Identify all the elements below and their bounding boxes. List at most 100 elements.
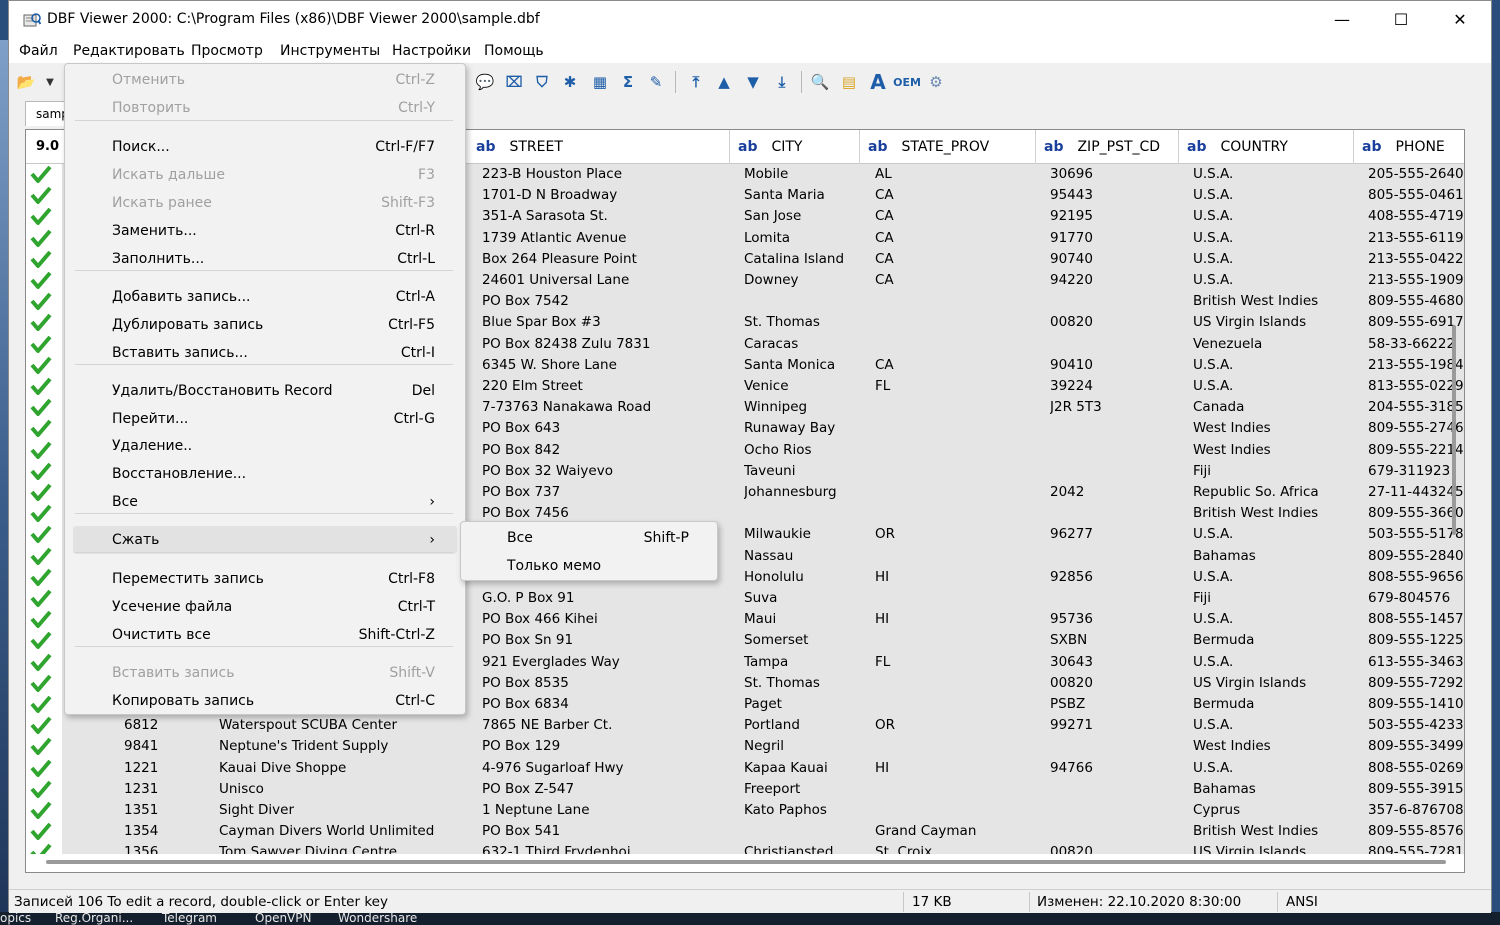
cell-city[interactable]: Caracas [744, 334, 856, 355]
edit-menu-item[interactable]: Переместить запись Ctrl-F8 [73, 565, 457, 593]
edit-menu-item[interactable]: Отменить Ctrl-Z [73, 66, 457, 94]
sum-icon[interactable]: Σ [617, 71, 639, 93]
cell-zip[interactable]: 94766 [1050, 758, 1176, 779]
cell-phone[interactable]: 809-555-8576 [1368, 821, 1464, 842]
cell-id[interactable]: 1351 [124, 800, 214, 821]
cell-zip[interactable]: 90740 [1050, 249, 1176, 270]
compress-submenu-item[interactable]: Все Shift-P [465, 524, 715, 552]
cell-street[interactable]: 921 Everglades Way [482, 652, 727, 673]
cell-zip[interactable]: 2042 [1050, 482, 1176, 503]
cell-country[interactable]: U.S.A. [1193, 185, 1351, 206]
cell-country[interactable]: U.S.A. [1193, 270, 1351, 291]
cell-street[interactable]: PO Box Sn 91 [482, 630, 727, 651]
cell-phone[interactable]: 213-555-0422 [1368, 249, 1464, 270]
cell-street[interactable]: 24601 Universal Lane [482, 270, 727, 291]
cell-phone[interactable]: 679-311923 [1368, 461, 1464, 482]
speech-bubble-icon[interactable]: 💬 [474, 71, 496, 93]
cell-state[interactable]: CA [875, 249, 1033, 270]
cell-street[interactable]: 6345 W. Shore Lane [482, 355, 727, 376]
cell-phone[interactable]: 204-555-3185 [1368, 397, 1464, 418]
vertical-scrollbar[interactable] [1452, 325, 1456, 535]
cell-city[interactable]: Santa Maria [744, 185, 856, 206]
cell-name[interactable]: Cayman Divers World Unlimited [219, 821, 464, 842]
cell-name[interactable]: Tom Sawyer Diving Centre [219, 842, 464, 854]
cell-country[interactable]: U.S.A. [1193, 758, 1351, 779]
cell-street[interactable]: PO Box 466 Kihei [482, 609, 727, 630]
cell-city[interactable]: Runaway Bay [744, 418, 856, 439]
close-button[interactable]: ✕ [1431, 1, 1489, 39]
edit-menu-item[interactable]: Дублировать запись Ctrl-F5 [73, 311, 457, 339]
font-icon[interactable]: A [867, 70, 889, 94]
cell-street[interactable]: 632-1 Third Frydenhoj [482, 842, 727, 854]
cell-city[interactable]: Taveuni [744, 461, 856, 482]
cell-state[interactable]: HI [875, 609, 1033, 630]
cell-street[interactable]: PO Box 541 [482, 821, 727, 842]
cell-zip[interactable]: 90410 [1050, 355, 1176, 376]
cell-phone[interactable]: 213-555-1909 [1368, 270, 1464, 291]
table-row[interactable]: 1351 Sight Diver 1 Neptune Lane Kato Paphos… [26, 800, 1464, 821]
cell-zip[interactable]: 94220 [1050, 270, 1176, 291]
edit-menu-item[interactable]: Копировать запись Ctrl-C [73, 687, 457, 715]
cell-city[interactable]: Suva [744, 588, 856, 609]
cell-street[interactable]: Box 264 Pleasure Point [482, 249, 727, 270]
cell-street[interactable]: PO Box 32 Waiyevo [482, 461, 727, 482]
cell-state[interactable]: CA [875, 206, 1033, 227]
cell-city[interactable]: Somerset [744, 630, 856, 651]
cell-state[interactable]: Grand Cayman [875, 821, 1033, 842]
cell-zip[interactable]: PSBZ [1050, 694, 1176, 715]
cell-street[interactable]: PO Box 129 [482, 736, 727, 757]
edit-menu-item[interactable]: Вставить запись Shift-V [73, 659, 457, 687]
cell-street[interactable]: Blue Spar Box #3 [482, 312, 727, 333]
cell-city[interactable]: Christiansted [744, 842, 856, 854]
cell-street[interactable]: PO Box 6834 [482, 694, 727, 715]
cell-zip[interactable]: 92195 [1050, 206, 1176, 227]
cell-street[interactable]: 1 Neptune Lane [482, 800, 727, 821]
cell-state[interactable]: OR [875, 715, 1033, 736]
cell-city[interactable]: St. Thomas [744, 673, 856, 694]
cell-country[interactable]: Fiji [1193, 461, 1351, 482]
edit-menu-item[interactable]: Вставить запись... Ctrl-I [73, 339, 457, 367]
cell-phone[interactable]: 809-555-3499 [1368, 736, 1464, 757]
horizontal-scrollbar[interactable] [46, 860, 1446, 864]
column-header-city[interactable]: ab CITY [730, 130, 860, 164]
cell-street[interactable]: 223-B Houston Place [482, 164, 727, 185]
delete-field-icon[interactable]: ⌧ [503, 71, 525, 93]
table-row[interactable]: 6812 Waterspout SCUBA Center 7865 NE Barbe… [26, 715, 1464, 736]
cell-state[interactable]: HI [875, 567, 1033, 588]
cell-zip[interactable]: 95443 [1050, 185, 1176, 206]
cell-country[interactable]: Bahamas [1193, 546, 1351, 567]
maximize-button[interactable]: ☐ [1372, 1, 1430, 39]
cell-city[interactable]: Downey [744, 270, 856, 291]
cell-phone[interactable]: 809-555-3915 [1368, 779, 1464, 800]
cell-city[interactable]: Negril [744, 736, 856, 757]
cell-name[interactable]: Unisco [219, 779, 464, 800]
cell-id[interactable]: 1354 [124, 821, 214, 842]
cell-phone[interactable]: 808-555-9656 [1368, 567, 1464, 588]
pin-icon[interactable]: ✱ [559, 71, 581, 93]
edit-menu-item[interactable]: Сжать › [73, 526, 457, 554]
cell-country[interactable]: U.S.A. [1193, 206, 1351, 227]
cell-country[interactable]: West Indies [1193, 418, 1351, 439]
cell-country[interactable]: Venezuela [1193, 334, 1351, 355]
cell-city[interactable]: Venice [744, 376, 856, 397]
cell-phone[interactable]: 809-555-7281 [1368, 842, 1464, 854]
cell-phone[interactable]: 809-555-4680 [1368, 291, 1464, 312]
cell-street[interactable]: G.O. P Box 91 [482, 588, 727, 609]
menu-help[interactable]: Помощь [484, 43, 544, 59]
cell-zip[interactable]: 30643 [1050, 652, 1176, 673]
last-record-icon[interactable]: ⤓ [771, 71, 793, 93]
cell-country[interactable]: Bahamas [1193, 779, 1351, 800]
cell-city[interactable]: Winnipeg [744, 397, 856, 418]
cell-zip[interactable]: 91770 [1050, 228, 1176, 249]
menu-file[interactable]: Файл [19, 43, 58, 59]
cell-city[interactable]: Mobile [744, 164, 856, 185]
cell-country[interactable]: Bermuda [1193, 630, 1351, 651]
column-header-country[interactable]: ab COUNTRY [1179, 130, 1354, 164]
cell-zip[interactable]: SXBN [1050, 630, 1176, 651]
notes-icon[interactable]: ▤ [838, 71, 860, 93]
cell-country[interactable]: West Indies [1193, 736, 1351, 757]
cell-city[interactable]: Paget [744, 694, 856, 715]
cell-phone[interactable]: 205-555-2640 [1368, 164, 1464, 185]
cell-country[interactable]: West Indies [1193, 440, 1351, 461]
cell-phone[interactable]: 808-555-1457 [1368, 609, 1464, 630]
